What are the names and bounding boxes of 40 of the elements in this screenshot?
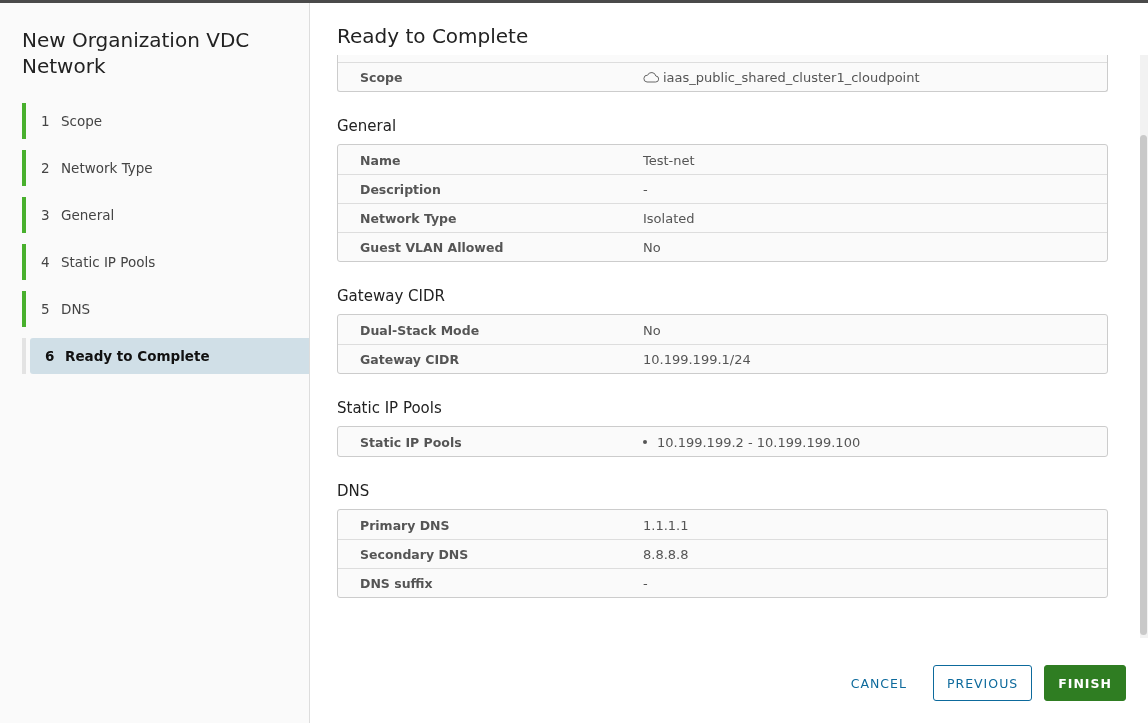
- previous-button[interactable]: PREVIOUS: [932, 665, 1033, 701]
- scrollbar[interactable]: [1140, 55, 1148, 638]
- row-label: Dual-Stack Mode: [359, 322, 481, 338]
- row-label: DNS suffix: [359, 575, 434, 591]
- wizard-step[interactable]: 1 Scope: [26, 103, 309, 139]
- wizard-step[interactable]: 6 Ready to Complete: [30, 338, 309, 374]
- row-value: iaas_public_shared_cluster1_cloudpoint: [663, 69, 920, 85]
- section-heading: Static IP Pools: [337, 399, 443, 417]
- row-label: Static IP Pools: [359, 434, 463, 450]
- bullet-icon: [643, 440, 647, 444]
- row-value: 1.1.1.1: [643, 517, 689, 533]
- row-label: Primary DNS: [359, 517, 451, 533]
- wizard-step[interactable]: 3 General: [26, 197, 309, 233]
- row-label: Network Type: [359, 210, 458, 226]
- row-value: Test-net: [643, 152, 695, 168]
- row-value: 10.199.199.1/24: [643, 351, 751, 367]
- wizard-step[interactable]: 2 Network Type: [26, 150, 309, 186]
- row-value: No: [643, 239, 661, 255]
- row-value: -: [643, 575, 648, 591]
- row-label: Secondary DNS: [359, 546, 470, 562]
- section-heading: Gateway CIDR: [337, 287, 446, 305]
- cancel-button[interactable]: CANCEL: [836, 665, 921, 701]
- section-heading: General: [337, 117, 398, 135]
- cloud-icon: [643, 71, 659, 83]
- row-label: Gateway CIDR: [359, 351, 461, 367]
- wizard-step[interactable]: 4 Static IP Pools: [26, 244, 309, 280]
- row-label: Description: [359, 181, 442, 197]
- row-label: Name: [359, 152, 402, 168]
- section-heading: DNS: [337, 482, 371, 500]
- row-label: Scope: [359, 69, 404, 85]
- row-value: Isolated: [643, 210, 695, 226]
- row-label: Guest VLAN Allowed: [359, 239, 505, 255]
- wizard-title: New Organization VDC Network: [22, 27, 251, 79]
- row-value: -: [643, 181, 648, 197]
- wizard-step[interactable]: 5 DNS: [26, 291, 309, 327]
- row-value: 8.8.8.8: [643, 546, 689, 562]
- finish-button[interactable]: FINISH: [1044, 665, 1126, 701]
- row-value: No: [643, 322, 661, 338]
- row-value: 10.199.199.2 - 10.199.199.100: [657, 434, 861, 450]
- page-title: Ready to Complete: [336, 23, 530, 50]
